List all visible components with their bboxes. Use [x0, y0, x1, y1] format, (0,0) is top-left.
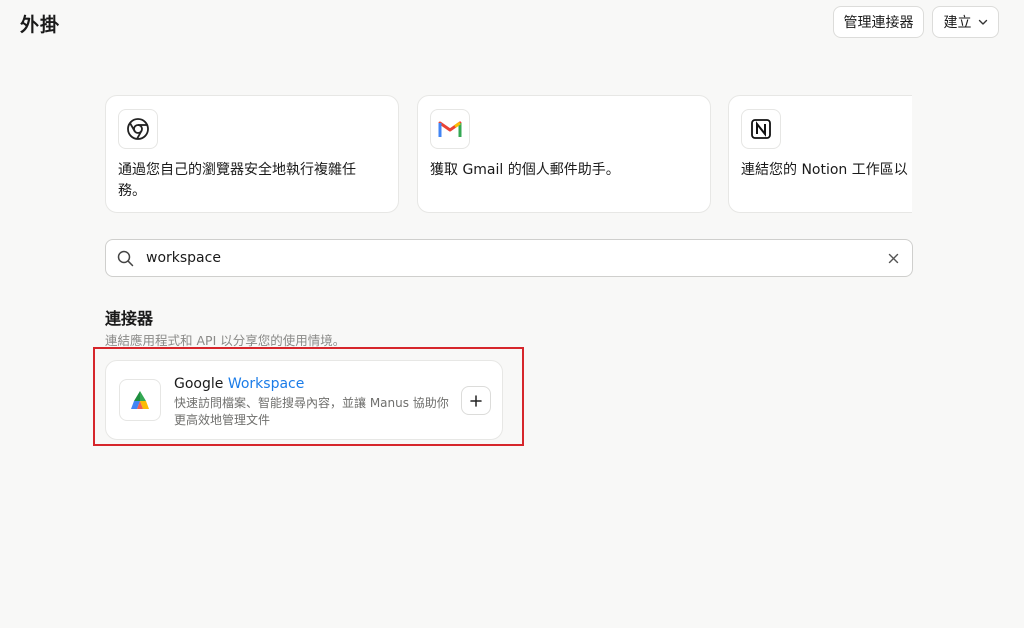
- feature-card-notion[interactable]: 連結您的 Notion 工作區以: [728, 95, 912, 213]
- feature-cards-row: 通過您自己的瀏覽器安全地執行複雜任務。 獲取 Gmail 的個人郵件助手。 連結…: [105, 95, 912, 215]
- chevron-down-icon: [978, 19, 987, 25]
- feature-card-text: 通過您自己的瀏覽器安全地執行複雜任務。: [118, 162, 356, 199]
- connector-name-prefix: Google: [174, 376, 228, 392]
- connectors-section-title: 連接器: [105, 309, 154, 328]
- feature-card-gmail[interactable]: 獲取 Gmail 的個人郵件助手。: [417, 95, 711, 213]
- google-workspace-icon: [119, 379, 161, 421]
- manage-connectors-label: 管理連接器: [843, 15, 914, 31]
- notion-icon: [741, 109, 781, 149]
- search-icon: [117, 250, 134, 267]
- connector-name-match: Workspace: [227, 376, 305, 392]
- clear-search-icon[interactable]: [888, 253, 899, 264]
- connectors-section-subtitle: 連結應用程式和 API 以分享您的使用情境。: [105, 333, 346, 348]
- chrome-icon: [118, 109, 158, 149]
- feature-card-text: 連結您的 Notion 工作區以: [741, 162, 908, 178]
- gmail-icon: [430, 109, 470, 149]
- search-box: [105, 239, 913, 277]
- feature-card-text: 獲取 Gmail 的個人郵件助手。: [430, 162, 620, 178]
- connector-description: 快速訪問檔案、智能搜尋內容，並讓 Manus 協助你更高效地管理文件: [174, 396, 449, 427]
- connector-name: Google Workspace: [174, 376, 304, 392]
- connector-card-google-workspace[interactable]: Google Workspace 快速訪問檔案、智能搜尋內容，並讓 Manus …: [105, 360, 503, 440]
- feature-card-browser[interactable]: 通過您自己的瀏覽器安全地執行複雜任務。: [105, 95, 399, 213]
- page-title: 外掛: [20, 14, 61, 36]
- plus-icon: [470, 394, 482, 407]
- search-input[interactable]: [146, 246, 866, 270]
- create-label: 建立: [943, 15, 972, 31]
- create-dropdown-button[interactable]: 建立: [932, 6, 999, 38]
- manage-connectors-button[interactable]: 管理連接器: [833, 6, 924, 38]
- add-connector-button[interactable]: [461, 386, 491, 415]
